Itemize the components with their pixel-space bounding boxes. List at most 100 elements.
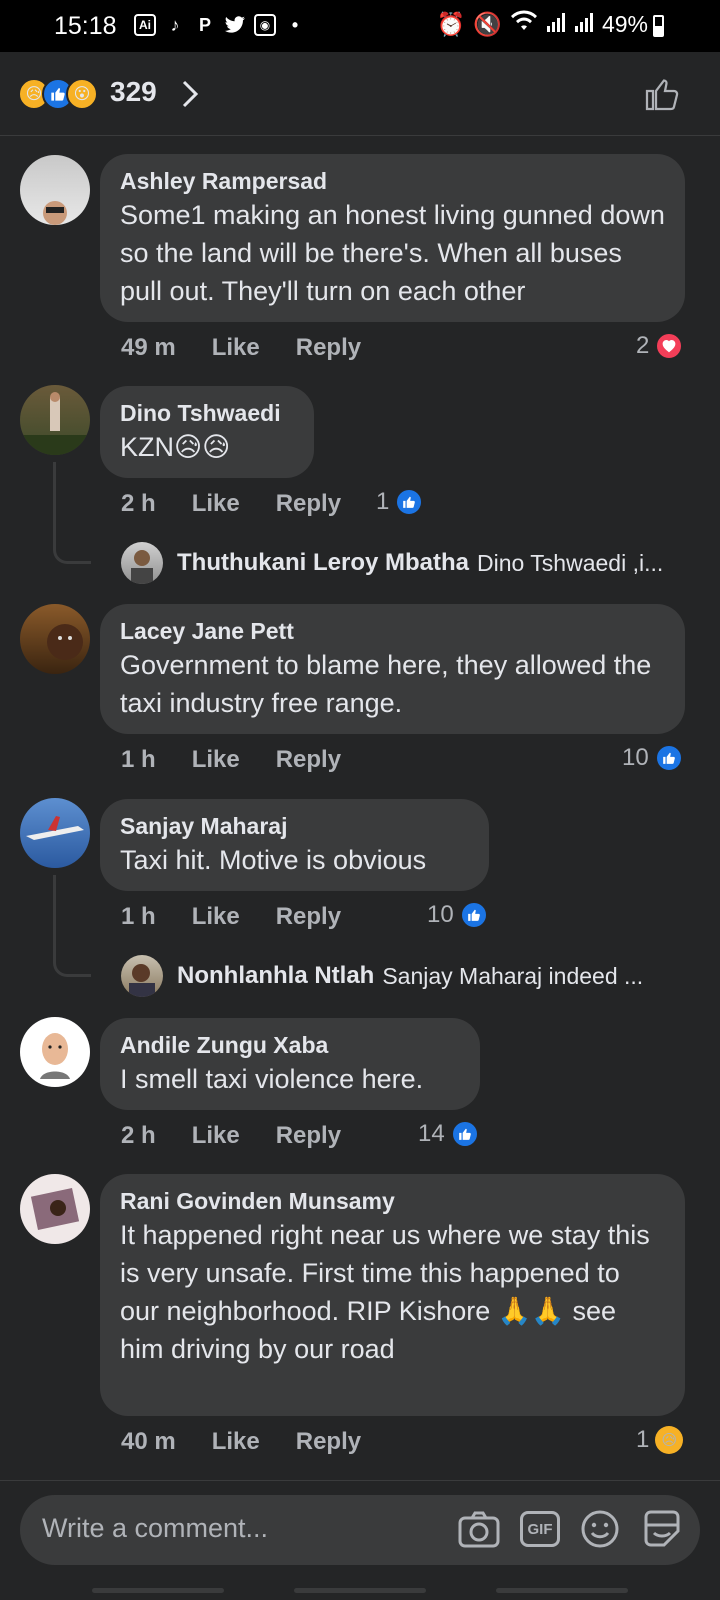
reaction-badge[interactable]: 1 😥 <box>636 1426 684 1454</box>
reply-action[interactable]: Reply <box>276 746 341 774</box>
wow-reaction-icon: 😮 <box>66 78 98 110</box>
like-icon <box>450 1120 479 1148</box>
comment-time: 49 m <box>121 334 176 361</box>
avatar[interactable] <box>20 1174 90 1244</box>
avatar <box>121 542 163 584</box>
comment-time: 1 h <box>121 903 156 930</box>
reaction-badge[interactable]: 14 <box>418 1120 479 1148</box>
like-icon <box>395 488 424 516</box>
comment-text: KZN😥😥 <box>120 432 231 462</box>
like-action[interactable]: Like <box>192 746 240 774</box>
pinterest-icon: P <box>198 14 211 35</box>
comment-bubble[interactable]: Dino Tshwaedi KZN😥😥 <box>100 386 314 478</box>
thread-line <box>53 462 91 564</box>
reaction-count: 14 <box>418 1120 445 1147</box>
reaction-count: 2 <box>636 332 650 359</box>
reaction-count: 10 <box>427 901 454 928</box>
nav-home-indicator[interactable] <box>294 1588 426 1593</box>
comment-composer: Write a comment... GIF <box>0 1480 720 1600</box>
dot-icon: • <box>291 14 299 35</box>
comment-bubble[interactable]: Sanjay Maharaj Taxi hit. Motive is obvio… <box>100 799 489 891</box>
alarm-icon: ⏰ <box>436 10 466 37</box>
gif-button[interactable]: GIF <box>520 1511 560 1547</box>
comment-author[interactable]: Sanjay Maharaj <box>120 811 469 841</box>
comment-bubble[interactable]: Lacey Jane Pett Government to blame here… <box>100 604 685 734</box>
comment-text: I smell taxi violence here. <box>120 1064 424 1094</box>
reaction-count: 10 <box>622 744 649 771</box>
twitter-icon <box>224 14 246 36</box>
nav-back-indicator[interactable] <box>496 1588 628 1593</box>
notification-icons: Ai ♪ P ◉ • <box>134 14 306 36</box>
battery-icon <box>653 15 664 37</box>
like-action[interactable]: Like <box>212 334 260 362</box>
signal-icon <box>546 11 566 38</box>
thread-line <box>53 875 91 977</box>
comment-bubble[interactable]: Rani Govinden Munsamy It happened right … <box>100 1174 685 1416</box>
love-icon <box>655 332 684 360</box>
signal-icon <box>574 11 594 38</box>
reactions-header: 😥 😮 329 <box>0 52 720 136</box>
camera-icon[interactable] <box>458 1510 500 1548</box>
comment-author[interactable]: Andile Zungu Xaba <box>120 1030 460 1060</box>
reply-preview[interactable]: Nonhlanhla Ntlah Sanjay Maharaj indeed .… <box>121 955 643 997</box>
reply-preview[interactable]: Thuthukani Leroy Mbatha Dino Tshwaedi ,i… <box>121 542 663 584</box>
reaction-badge[interactable]: 10 <box>427 901 488 929</box>
comment-input[interactable]: Write a comment... GIF <box>20 1495 700 1565</box>
like-icon <box>459 901 488 929</box>
like-action[interactable]: Like <box>212 1428 260 1456</box>
reply-author: Thuthukani Leroy Mbatha <box>177 549 470 576</box>
reaction-summary[interactable]: 😥 😮 <box>18 78 98 110</box>
reply-action[interactable]: Reply <box>276 903 341 931</box>
status-bar: 15:18 Ai ♪ P ◉ • ⏰ 🔇 49% <box>0 0 720 52</box>
comment-actions: 40 m Like Reply <box>121 1428 397 1456</box>
comment-author[interactable]: Lacey Jane Pett <box>120 616 665 646</box>
reply-action[interactable]: Reply <box>276 1122 341 1150</box>
emoji-icon[interactable] <box>580 1509 620 1549</box>
battery-percent: 49% <box>601 10 648 37</box>
like-action[interactable]: Like <box>192 903 240 931</box>
avatar[interactable] <box>20 155 90 225</box>
comment-actions: 1 h Like Reply <box>121 746 377 774</box>
comment-text: Taxi hit. Motive is obvious <box>120 845 427 875</box>
avatar[interactable] <box>20 604 90 674</box>
wifi-icon <box>510 10 538 38</box>
like-icon <box>654 744 683 772</box>
reply-action[interactable]: Reply <box>296 334 361 362</box>
comment-author[interactable]: Dino Tshwaedi <box>120 398 294 428</box>
nav-recent-indicator[interactable] <box>92 1588 224 1593</box>
comment-placeholder: Write a comment... <box>42 1513 269 1543</box>
comment-author[interactable]: Ashley Rampersad <box>120 166 665 196</box>
avatar[interactable] <box>20 798 90 868</box>
reaction-count[interactable]: 329 <box>110 76 157 108</box>
comment-actions: 2 h Like Reply <box>121 1122 377 1150</box>
avatar[interactable] <box>20 385 90 455</box>
avatar[interactable] <box>20 1017 90 1087</box>
comment-author[interactable]: Rani Govinden Munsamy <box>120 1186 665 1216</box>
comment-time: 2 h <box>121 490 156 517</box>
tiktok-icon: ♪ <box>170 14 180 35</box>
system-nav-bar <box>0 1584 720 1600</box>
reply-action[interactable]: Reply <box>276 490 341 518</box>
comment-text: Government to blame here, they allowed t… <box>120 650 652 718</box>
comment-actions: 2 h Like Reply <box>121 490 377 518</box>
like-action[interactable]: Like <box>192 490 240 518</box>
comment-bubble[interactable]: Ashley Rampersad Some1 making an honest … <box>100 154 685 322</box>
mute-icon: 🔇 <box>473 10 502 37</box>
comment-text: Some1 making an honest living gunned dow… <box>120 200 665 306</box>
like-button[interactable] <box>644 76 680 112</box>
reaction-badge[interactable]: 2 <box>636 332 684 360</box>
comment-time: 1 h <box>121 746 156 773</box>
sticker-icon[interactable] <box>640 1507 684 1551</box>
reaction-badge[interactable]: 1 <box>376 488 424 516</box>
like-action[interactable]: Like <box>192 1122 240 1150</box>
reaction-badge[interactable]: 10 <box>622 744 683 772</box>
reply-text: Sanjay Maharaj indeed ... <box>382 962 644 989</box>
comment-bubble[interactable]: Andile Zungu Xaba I smell taxi violence … <box>100 1018 480 1110</box>
comment-actions: 1 h Like Reply <box>121 903 377 931</box>
camera-app-icon: ◉ <box>254 14 276 36</box>
chevron-right-icon[interactable] <box>180 80 200 108</box>
reply-text: Dino Tshwaedi ,i... <box>477 549 664 576</box>
comment-actions: 49 m Like Reply <box>121 334 397 362</box>
sad-icon: 😥 <box>655 1426 684 1454</box>
reply-action[interactable]: Reply <box>296 1428 361 1456</box>
